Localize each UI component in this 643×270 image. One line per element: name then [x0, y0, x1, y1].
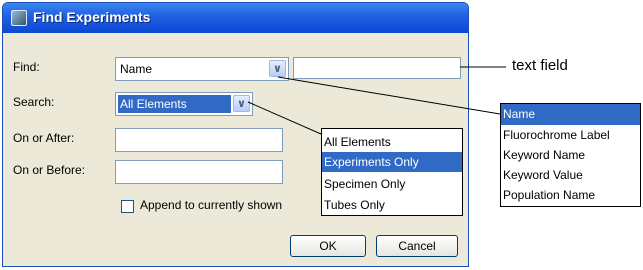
- find-option-keyword-value[interactable]: Keyword Value: [501, 165, 640, 185]
- search-option-experiments-only[interactable]: Experiments Only: [322, 152, 462, 172]
- search-dropdown-callout-line: [247, 101, 322, 135]
- search-options-popup: All Elements Experiments Only Specimen O…: [321, 128, 463, 216]
- find-dropdown-callout-line: [277, 76, 501, 115]
- search-option-specimen-only[interactable]: Specimen Only: [322, 174, 462, 194]
- text-field-callout: text field: [512, 57, 568, 74]
- find-option-population-name[interactable]: Population Name: [501, 185, 640, 205]
- find-option-keyword-name[interactable]: Keyword Name: [501, 145, 640, 165]
- search-option-tubes-only[interactable]: Tubes Only: [322, 195, 462, 215]
- find-option-fluorochrome-label[interactable]: Fluorochrome Label: [501, 125, 640, 145]
- search-option-all-elements[interactable]: All Elements: [322, 132, 462, 152]
- find-options-popup: Name Fluorochrome Label Keyword Name Key…: [500, 103, 641, 207]
- find-option-name[interactable]: Name: [501, 104, 640, 125]
